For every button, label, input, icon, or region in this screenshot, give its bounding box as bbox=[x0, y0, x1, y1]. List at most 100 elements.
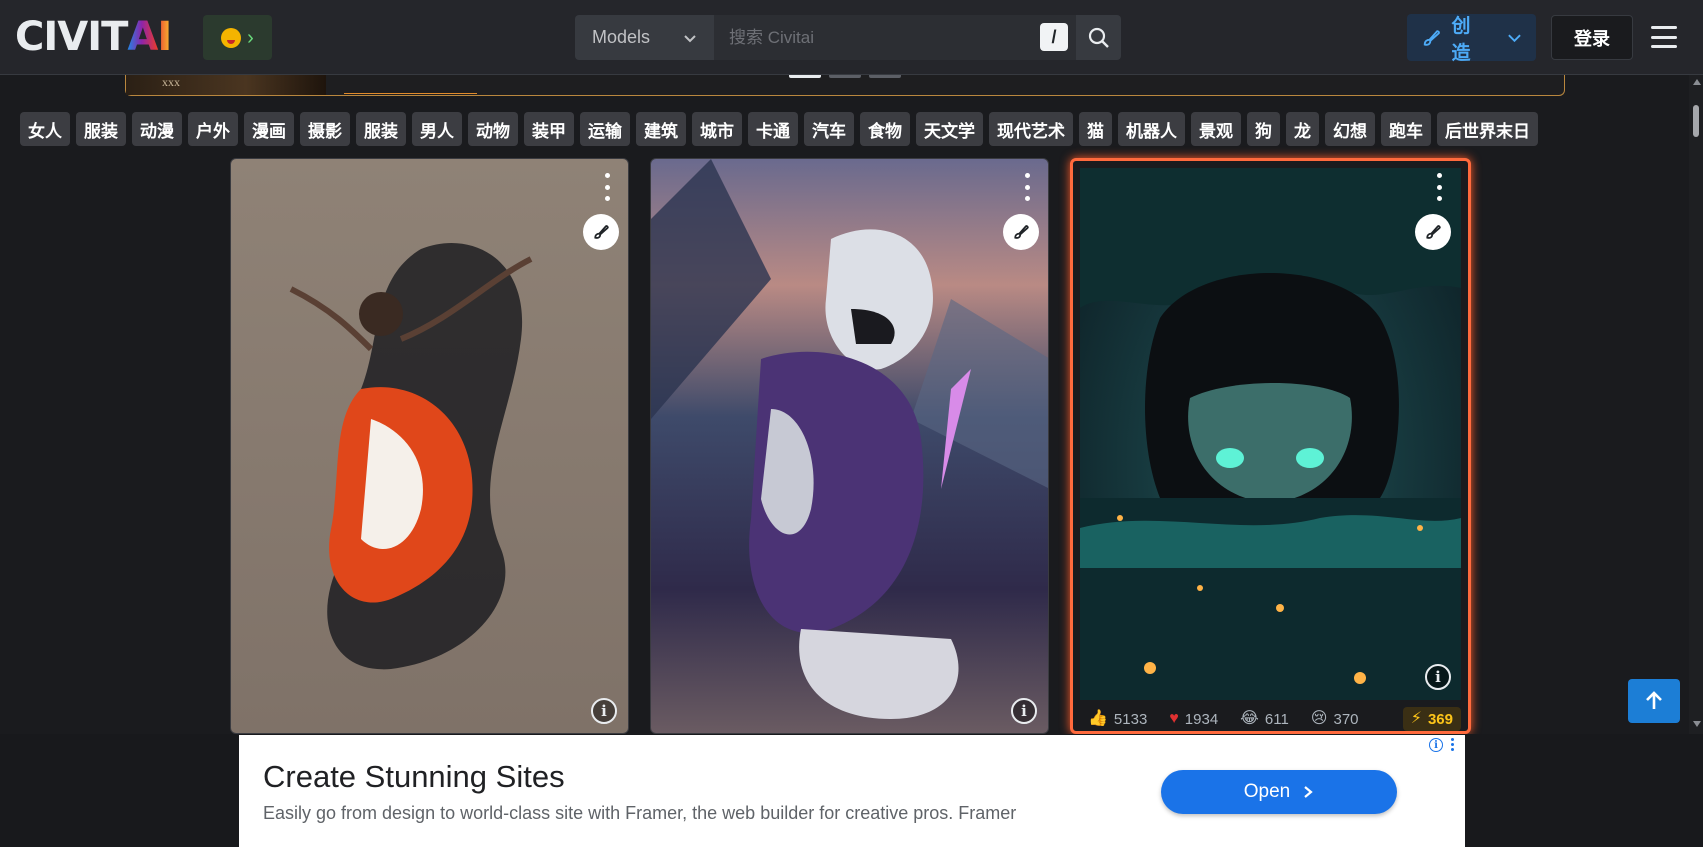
chevron-right-icon bbox=[1304, 786, 1313, 798]
advertisement[interactable]: Create Stunning Sites Easily go from des… bbox=[239, 735, 1465, 847]
ad-subtitle: Easily go from design to world-class sit… bbox=[263, 803, 1017, 823]
category-chip[interactable]: 跑车 bbox=[1381, 112, 1431, 146]
logo-ai: AI bbox=[127, 14, 172, 60]
category-chip[interactable]: 动物 bbox=[468, 112, 518, 146]
image-info-icon[interactable]: i bbox=[1011, 698, 1037, 724]
chevron-down-icon bbox=[684, 34, 696, 42]
banner-action-button[interactable] bbox=[344, 93, 477, 94]
category-chip[interactable]: 幻想 bbox=[1325, 112, 1375, 146]
category-chip[interactable]: 摄影 bbox=[300, 112, 350, 146]
laugh-emoji-icon: 😂 bbox=[1240, 710, 1259, 727]
cry-reaction[interactable]: 😢 370 bbox=[1303, 711, 1367, 728]
category-chip[interactable]: 后世界末日 bbox=[1437, 112, 1538, 146]
category-chip[interactable]: 动漫 bbox=[132, 112, 182, 146]
category-chip[interactable]: 运输 bbox=[580, 112, 630, 146]
category-chip[interactable]: 男人 bbox=[412, 112, 462, 146]
heart-count: 1934 bbox=[1184, 710, 1219, 728]
category-chip[interactable]: 龙 bbox=[1286, 112, 1319, 146]
emoji-promo-button[interactable]: › bbox=[203, 15, 272, 60]
category-chip[interactable]: 景观 bbox=[1191, 112, 1241, 146]
card-image bbox=[289, 243, 533, 670]
announcement-banner[interactable]: xxx bbox=[125, 75, 1565, 96]
banner-thumbnail: xxx bbox=[126, 75, 326, 95]
image-card-featured[interactable]: i 👍 5133 ♥ 1934 😂 611 😢 370 ⚡ 369 bbox=[1070, 158, 1471, 734]
kissing-face-icon bbox=[221, 27, 242, 48]
category-chip[interactable]: 食物 bbox=[860, 112, 910, 146]
reaction-stats: 👍 5133 ♥ 1934 😂 611 😢 370 ⚡ 369 bbox=[1080, 704, 1461, 731]
ad-open-label: Open bbox=[1243, 781, 1291, 802]
card-image bbox=[651, 159, 1048, 719]
scroll-to-top-button[interactable] bbox=[1628, 679, 1680, 723]
arrow-up-icon bbox=[1646, 691, 1662, 709]
image-card[interactable]: i bbox=[650, 158, 1049, 734]
pagination-dot[interactable] bbox=[789, 75, 821, 78]
category-chip[interactable]: 狗 bbox=[1247, 112, 1280, 146]
create-button[interactable]: 创造 bbox=[1407, 14, 1536, 64]
card-image bbox=[1080, 168, 1461, 700]
brush-icon bbox=[1423, 29, 1440, 46]
category-chip[interactable]: 漫画 bbox=[244, 112, 294, 146]
laugh-count: 611 bbox=[1264, 710, 1289, 728]
thumbs-up-icon: 👍 bbox=[1088, 710, 1108, 727]
logo-civ: CIVIT bbox=[15, 14, 128, 60]
card-more-options-icon[interactable] bbox=[1017, 173, 1037, 201]
banner-pagination bbox=[789, 75, 901, 78]
buzz-tip-button[interactable]: ⚡ 369 bbox=[1402, 707, 1461, 731]
like-reaction[interactable]: 👍 5133 bbox=[1080, 711, 1155, 728]
category-chip[interactable]: 现代艺术 bbox=[989, 112, 1073, 146]
heart-reaction[interactable]: ♥ 1934 bbox=[1161, 711, 1226, 728]
card-more-options-icon[interactable] bbox=[1429, 173, 1449, 201]
category-chip[interactable]: 户外 bbox=[188, 112, 238, 146]
search-icon bbox=[1088, 27, 1109, 48]
civitai-logo[interactable]: CIVIT AI bbox=[15, 14, 172, 60]
search-category-label: Models bbox=[592, 27, 651, 47]
pagination-dot[interactable] bbox=[829, 75, 861, 78]
category-chip[interactable]: 服装 bbox=[76, 112, 126, 146]
category-chip[interactable]: 建筑 bbox=[636, 112, 686, 146]
image-info-icon[interactable]: i bbox=[591, 698, 617, 724]
ad-title: Create Stunning Sites bbox=[263, 759, 565, 794]
category-chip[interactable]: 城市 bbox=[692, 112, 742, 146]
category-chip[interactable]: 天文学 bbox=[916, 112, 983, 146]
ad-info-icon[interactable]: i bbox=[1429, 738, 1443, 752]
category-filter-bar: 女人 服装 动漫 户外 漫画 摄影 服装 男人 动物 装甲 运输 建筑 城市 卡通 汽车 食物 天文学 现代艺术猫… bbox=[20, 112, 1685, 146]
image-card[interactable]: i bbox=[230, 158, 629, 734]
ad-more-options-icon[interactable] bbox=[1451, 738, 1455, 751]
category-chip[interactable]: 汽车 bbox=[804, 112, 854, 146]
category-chip[interactable]: 卡通 bbox=[748, 112, 798, 146]
scroll-up-arrow-icon[interactable] bbox=[1693, 79, 1701, 85]
card-more-options-icon[interactable] bbox=[597, 173, 617, 201]
buzz-count: 369 bbox=[1427, 710, 1453, 728]
chevron-down-icon bbox=[1508, 34, 1521, 42]
search-category-select[interactable]: Models bbox=[575, 15, 714, 60]
remix-brush-icon[interactable] bbox=[1003, 214, 1039, 250]
banner-thumb-text: xxx bbox=[162, 75, 180, 89]
like-count: 5133 bbox=[1113, 710, 1148, 728]
heart-icon: ♥ bbox=[1169, 710, 1179, 727]
cry-count: 370 bbox=[1333, 710, 1359, 728]
page-scrollbar[interactable] bbox=[1689, 75, 1703, 734]
category-chip[interactable]: 服装 bbox=[356, 112, 406, 146]
remix-brush-icon[interactable] bbox=[583, 214, 619, 250]
laugh-reaction[interactable]: 😂 611 bbox=[1232, 711, 1297, 728]
search-input[interactable] bbox=[714, 15, 1076, 60]
image-info-icon[interactable]: i bbox=[1425, 664, 1451, 690]
lightning-bolt-icon: ⚡ bbox=[1410, 710, 1422, 727]
top-header: CIVITAI › Models / 创造 登录 bbox=[0, 0, 1703, 75]
scrollbar-thumb[interactable] bbox=[1693, 105, 1699, 137]
chevron-right-icon: › bbox=[247, 26, 254, 49]
pagination-dot[interactable] bbox=[869, 75, 901, 78]
category-chip[interactable]: 机器人 bbox=[1118, 112, 1185, 146]
scroll-down-arrow-icon[interactable] bbox=[1693, 721, 1701, 727]
ad-open-button[interactable]: Open bbox=[1161, 770, 1397, 814]
category-chip[interactable]: 女人 bbox=[20, 112, 70, 146]
category-chip[interactable]: 猫 bbox=[1079, 112, 1112, 146]
login-button[interactable]: 登录 bbox=[1551, 15, 1633, 60]
category-chip[interactable]: 装甲 bbox=[524, 112, 574, 146]
search-button[interactable] bbox=[1076, 15, 1121, 60]
remix-brush-icon[interactable] bbox=[1415, 214, 1451, 250]
hamburger-menu-icon[interactable] bbox=[1651, 26, 1677, 48]
search-bar: Models / bbox=[575, 15, 1121, 60]
search-shortcut-key: / bbox=[1040, 23, 1068, 51]
cry-emoji-icon: 😢 bbox=[1310, 710, 1328, 727]
